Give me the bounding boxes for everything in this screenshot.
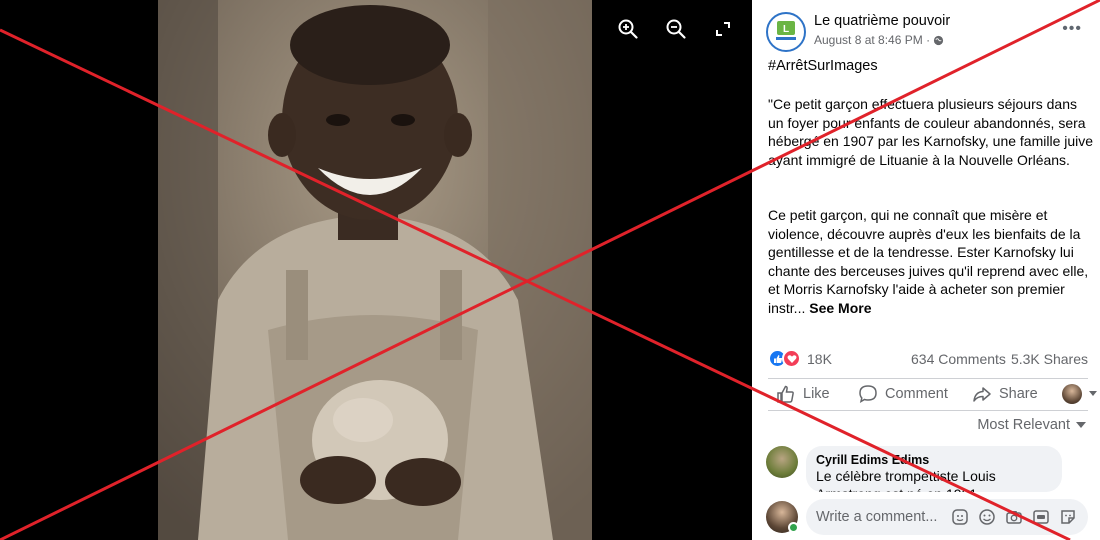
comment-label: Comment: [885, 386, 948, 402]
zoom-in-button[interactable]: [613, 14, 643, 44]
like-label: Like: [803, 386, 830, 402]
comment-input[interactable]: [816, 509, 944, 525]
emoji-icon: [979, 509, 995, 525]
post-panel: L Le quatrième pouvoir August 8 at 8:46 …: [752, 0, 1100, 540]
page-name-link[interactable]: Le quatrième pouvoir: [814, 13, 950, 29]
actions-divider-top: [768, 378, 1088, 379]
fullscreen-button[interactable]: [708, 14, 738, 44]
photo-illustration: [158, 0, 592, 540]
comment-button[interactable]: Comment: [858, 384, 948, 404]
post-hashtag[interactable]: #ArrêtSurImages: [768, 58, 878, 74]
sticker-button[interactable]: [1057, 506, 1079, 528]
page-logo-icon: L: [776, 21, 796, 40]
zoom-out-button[interactable]: [661, 14, 691, 44]
post-paragraph-1: "Ce petit garçon effectuera plusieurs sé…: [768, 96, 1094, 168]
camera-icon: [1006, 511, 1022, 524]
sort-label: Most Relevant: [977, 417, 1070, 433]
share-label: Share: [999, 386, 1038, 402]
zoom-out-icon: [666, 19, 686, 39]
comment-count-link[interactable]: 634 Comments: [911, 351, 1006, 367]
zoom-in-icon: [618, 19, 638, 39]
see-more-link[interactable]: See More: [809, 300, 871, 316]
share-button[interactable]: Share: [972, 384, 1038, 404]
reaction-count: 18K: [807, 350, 832, 367]
photo-button[interactable]: [1003, 506, 1025, 528]
timestamp-text: August 8 at 8:46 PM ·: [814, 33, 931, 47]
like-button[interactable]: Like: [776, 384, 830, 404]
globe-icon: [933, 35, 944, 45]
commenter-avatar[interactable]: [766, 446, 798, 478]
reaction-profile-selector[interactable]: [1062, 384, 1097, 404]
thumbs-up-icon: [777, 385, 794, 403]
commenter-name[interactable]: Cyrill Edims Edims: [816, 453, 1052, 467]
comment-bubble: Cyrill Edims Edims Le célèbre trompettis…: [806, 446, 1062, 492]
post-paragraph-2: Ce petit garçon, qui ne connaît que misè…: [768, 206, 1094, 317]
more-options-button[interactable]: •••: [1062, 20, 1082, 38]
comment-icon: [859, 385, 877, 403]
sticker-icon: [1061, 510, 1075, 524]
comment-composer: [806, 499, 1088, 535]
photo-viewer: [0, 0, 752, 540]
expand-icon: [716, 22, 730, 36]
actions-divider-bottom: [768, 410, 1088, 411]
online-status-dot: [788, 522, 799, 533]
caret-down-icon: [1076, 421, 1086, 428]
emoji-button[interactable]: [976, 506, 998, 528]
comment-sort-dropdown[interactable]: Most Relevant: [977, 417, 1086, 433]
engagement-counts: 634 Comments 5.3K Shares: [911, 351, 1088, 367]
post-timestamp[interactable]: August 8 at 8:46 PM ·: [814, 33, 944, 47]
avatar-sticker-icon: [952, 509, 968, 525]
post-photo[interactable]: [158, 0, 592, 540]
profile-avatar-small: [1062, 384, 1082, 404]
gif-button[interactable]: [1030, 506, 1052, 528]
page-avatar[interactable]: L: [766, 12, 806, 52]
gif-icon: [1033, 510, 1049, 524]
svg-text:L: L: [783, 24, 789, 35]
share-count-link[interactable]: 5.3K Shares: [1011, 351, 1088, 367]
caret-down-icon: [1089, 391, 1097, 396]
love-reaction-icon: [782, 349, 801, 368]
share-arrow-icon: [973, 387, 991, 402]
comment-text: Le célèbre trompettiste Louis Armstrong …: [816, 468, 996, 492]
avatar-sticker-button[interactable]: [949, 506, 971, 528]
reactions-summary[interactable]: 18K: [768, 349, 832, 368]
